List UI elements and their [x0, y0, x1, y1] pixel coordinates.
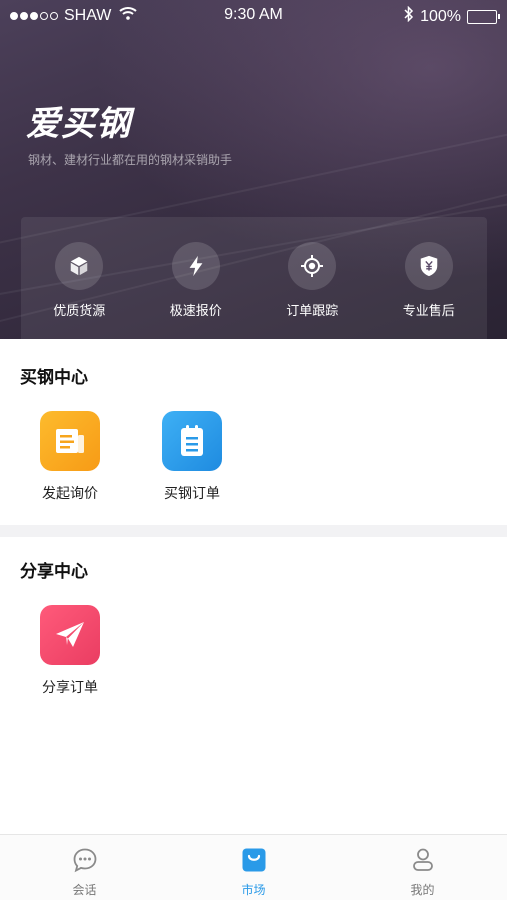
feature-fast-quote: 极速报价 — [138, 217, 255, 339]
lightning-icon — [171, 242, 220, 290]
tab-label: 市场 — [241, 883, 266, 897]
share-center-section: 分享中心 分享订单 — [0, 537, 507, 834]
buy-steel-orders-button[interactable]: 买钢订单 — [147, 411, 237, 503]
feature-panel: 优质货源 极速报价 订单跟踪 专业售后 — [21, 217, 487, 339]
tab-bar: 会话 市场 我的 — [0, 834, 507, 900]
feature-label: 专业售后 — [402, 304, 455, 319]
app-label: 买钢订单 — [164, 486, 220, 502]
market-bag-icon — [241, 847, 267, 877]
share-order-button[interactable]: 分享订单 — [25, 605, 115, 697]
app-subtitle: 钢材、建材行业都在用的钢材采销助手 — [28, 153, 233, 167]
feature-label: 优质货源 — [53, 304, 106, 319]
section-title: 买钢中心 — [20, 368, 88, 388]
feature-order-tracking: 订单跟踪 — [254, 217, 371, 339]
app-logo: 爱买钢 — [26, 104, 131, 144]
tab-label: 会话 — [72, 883, 97, 897]
bluetooth-icon — [404, 5, 414, 27]
app-label: 分享订单 — [42, 680, 98, 696]
feature-label: 订单跟踪 — [286, 304, 339, 319]
tab-profile[interactable]: 我的 — [338, 835, 507, 900]
feature-quality-supply: 优质货源 — [21, 217, 138, 339]
chat-icon — [72, 847, 98, 877]
tab-market[interactable]: 市场 — [169, 835, 338, 900]
inquiry-icon — [40, 411, 100, 471]
status-bar: SHAW 9:30 AM 100% — [0, 0, 507, 32]
feature-label: 极速报价 — [169, 304, 222, 319]
section-divider — [0, 525, 507, 537]
section-title: 分享中心 — [20, 562, 88, 582]
clipboard-icon — [162, 411, 222, 471]
target-icon — [288, 242, 337, 290]
shield-icon — [404, 242, 453, 290]
buy-center-section: 买钢中心 发起询价 买钢订单 — [0, 339, 507, 525]
battery-percent: 100% — [420, 7, 461, 25]
profile-icon — [410, 847, 436, 877]
start-inquiry-button[interactable]: 发起询价 — [25, 411, 115, 503]
hero-banner: SHAW 9:30 AM 100% 爱买钢 钢材、建材行业都在用的钢材采销助手 — [0, 0, 507, 339]
tab-chat[interactable]: 会话 — [0, 835, 169, 900]
battery-icon — [467, 9, 500, 24]
box-icon — [55, 242, 104, 290]
tab-label: 我的 — [410, 883, 435, 897]
paper-plane-icon — [40, 605, 100, 665]
feature-after-sales: 专业售后 — [371, 217, 488, 339]
app-label: 发起询价 — [42, 486, 98, 502]
